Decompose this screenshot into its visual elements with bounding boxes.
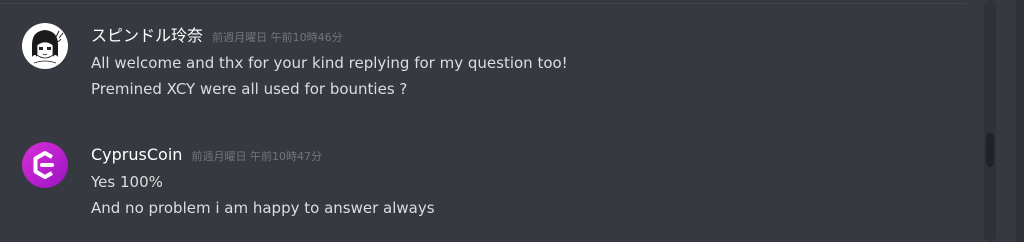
chat-message-list: スピンドル玲奈 前週月曜日 午前10時46分 All welcome and t… — [0, 0, 1024, 242]
timestamp[interactable]: 前週月曜日 午前10時47分 — [192, 150, 323, 163]
cypruscoin-logo-avatar-icon — [22, 142, 68, 188]
message-text: Premined XCY were all used for bounties … — [91, 80, 408, 98]
message-text: Yes 100% — [91, 173, 163, 191]
message-header: CyprusCoin 前週月曜日 午前10時47分 — [91, 144, 322, 168]
anime-girl-sketch-avatar-icon — [22, 23, 68, 69]
scrollbar-thumb[interactable] — [986, 133, 994, 167]
timestamp[interactable]: 前週月曜日 午前10時46分 — [212, 31, 343, 44]
side-panel-edge — [1016, 0, 1024, 242]
username[interactable]: スピンドル玲奈 — [91, 26, 203, 45]
scrollbar-track[interactable] — [984, 0, 996, 242]
message-header: スピンドル玲奈 前週月曜日 午前10時46分 — [91, 25, 343, 49]
message-text: All welcome and thx for your kind replyi… — [91, 54, 568, 72]
user-avatar[interactable] — [22, 142, 68, 188]
divider — [0, 3, 966, 4]
username[interactable]: CyprusCoin — [91, 145, 182, 164]
message-text: And no problem i am happy to answer alwa… — [91, 199, 435, 217]
user-avatar[interactable] — [22, 23, 68, 69]
